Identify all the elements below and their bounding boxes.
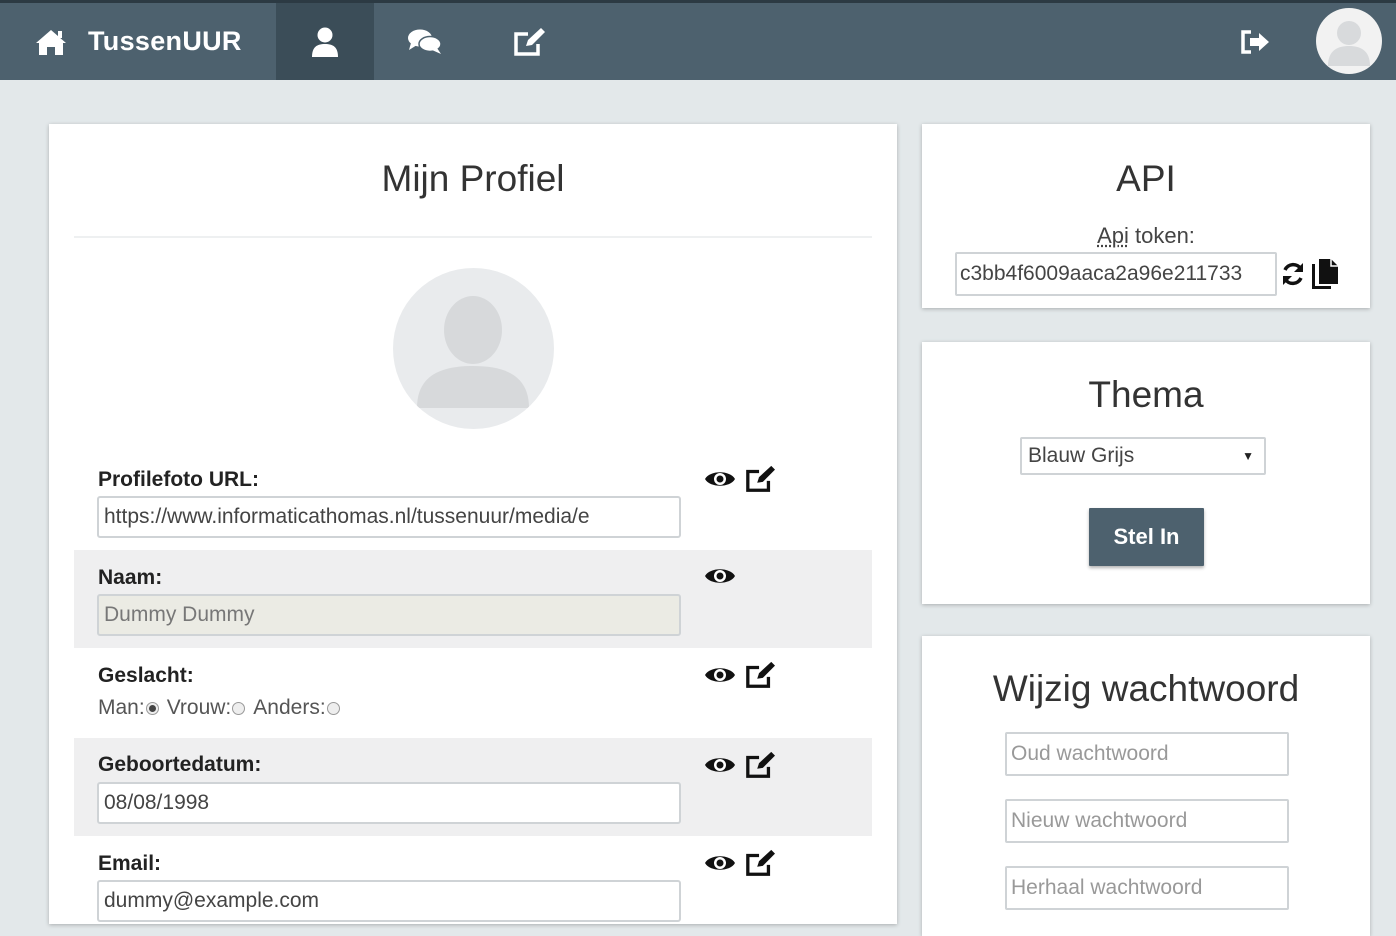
theme-select-value: Blauw Grijs: [1028, 444, 1135, 467]
new-password-input[interactable]: Nieuw wachtwoord: [1005, 799, 1289, 843]
nav-tab-chat[interactable]: [376, 3, 474, 80]
eye-icon[interactable]: [704, 564, 736, 588]
default-avatar-icon: [1328, 21, 1370, 66]
eye-icon[interactable]: [704, 851, 736, 875]
password-title: Wijzig wachtwoord: [992, 668, 1300, 709]
theme-select[interactable]: Blauw Grijs ▼: [1020, 437, 1266, 475]
gender-actions: [704, 660, 776, 690]
profile-title: Mijn Profiel: [381, 158, 565, 199]
nav-tab-profile[interactable]: [276, 3, 374, 80]
dropdown-arrow-icon: ▼: [1242, 449, 1254, 463]
api-card: API Api token: c3bb4f6009aaca2a96e211733: [922, 124, 1370, 308]
gender-radio-anders[interactable]: [326, 701, 340, 715]
birthdate-label: Geboortedatum:: [98, 753, 262, 776]
field-row-email: Email: dummy@example.com: [74, 836, 872, 926]
name-label: Naam:: [98, 566, 163, 589]
email-input[interactable]: dummy@example.com: [97, 880, 681, 922]
field-row-gender: Geslacht: Man: Vrouw: Anders:: [74, 648, 872, 738]
password-card: Wijzig wachtwoord Oud wachtwoord Nieuw w…: [922, 636, 1370, 936]
edit-icon[interactable]: [744, 848, 776, 878]
logout-button[interactable]: [1232, 3, 1278, 80]
api-token-label: Api token:: [922, 223, 1370, 249]
edit-icon: [514, 27, 545, 56]
theme-title: Thema: [1088, 374, 1204, 415]
comments-icon: [408, 29, 442, 54]
field-row-photo: Profilefoto URL: https://www.informatica…: [74, 454, 872, 554]
api-token-input[interactable]: c3bb4f6009aaca2a96e211733: [955, 252, 1277, 296]
eye-icon[interactable]: [704, 467, 736, 491]
name-actions: [704, 564, 736, 588]
title-divider: [74, 236, 872, 238]
gender-label: Geslacht:: [98, 664, 194, 687]
apply-theme-button[interactable]: Stel In: [1089, 508, 1204, 566]
photo-url-input[interactable]: https://www.informaticathomas.nl/tussenu…: [97, 496, 681, 538]
brand-link[interactable]: TussenUUR: [34, 3, 242, 80]
api-token-label-text: token:: [1128, 223, 1195, 248]
edit-icon[interactable]: [744, 464, 776, 494]
top-navbar: TussenUUR: [0, 0, 1396, 80]
copy-icon[interactable]: [1312, 258, 1340, 290]
api-actions: [1280, 258, 1340, 290]
old-password-input[interactable]: Oud wachtwoord: [1005, 732, 1289, 776]
field-row-name: Naam: Dummy Dummy: [74, 550, 872, 648]
theme-card: Thema Blauw Grijs ▼ Stel In: [922, 342, 1370, 604]
birthdate-actions: [704, 750, 776, 780]
gender-radio-man[interactable]: [145, 701, 159, 715]
home-icon: [36, 29, 66, 55]
sign-out-icon: [1241, 29, 1269, 54]
edit-icon[interactable]: [744, 660, 776, 690]
nav-avatar[interactable]: [1316, 8, 1382, 74]
api-abbr: Api: [1097, 223, 1129, 248]
nav-tab-write[interactable]: [480, 3, 578, 80]
field-row-birthdate: Geboortedatum: 08/08/1998: [74, 738, 872, 836]
eye-icon[interactable]: [704, 663, 736, 687]
brand-name: TussenUUR: [88, 26, 242, 56]
gender-option-vrouw-label: Vrouw:: [166, 696, 232, 719]
edit-icon[interactable]: [744, 750, 776, 780]
gender-radio-vrouw[interactable]: [232, 701, 246, 715]
email-label: Email:: [98, 852, 162, 875]
photo-label: Profilefoto URL:: [98, 468, 259, 491]
user-icon: [312, 27, 338, 57]
birthdate-input[interactable]: 08/08/1998: [97, 782, 681, 824]
profile-card: Mijn Profiel Profilefoto URL: https://ww…: [49, 124, 897, 924]
name-input: Dummy Dummy: [97, 594, 681, 636]
refresh-icon[interactable]: [1280, 261, 1306, 287]
repeat-password-input[interactable]: Herhaal wachtwoord: [1005, 866, 1289, 910]
email-actions: [704, 848, 776, 878]
profile-avatar: [393, 268, 554, 429]
gender-options: Man: Vrouw: Anders:: [98, 696, 348, 720]
api-title: API: [1116, 158, 1176, 199]
default-avatar-icon: [417, 296, 529, 408]
gender-option-anders-label: Anders:: [253, 696, 326, 719]
eye-icon[interactable]: [704, 753, 736, 777]
gender-option-man-label: Man:: [98, 696, 145, 719]
photo-actions: [704, 464, 776, 494]
